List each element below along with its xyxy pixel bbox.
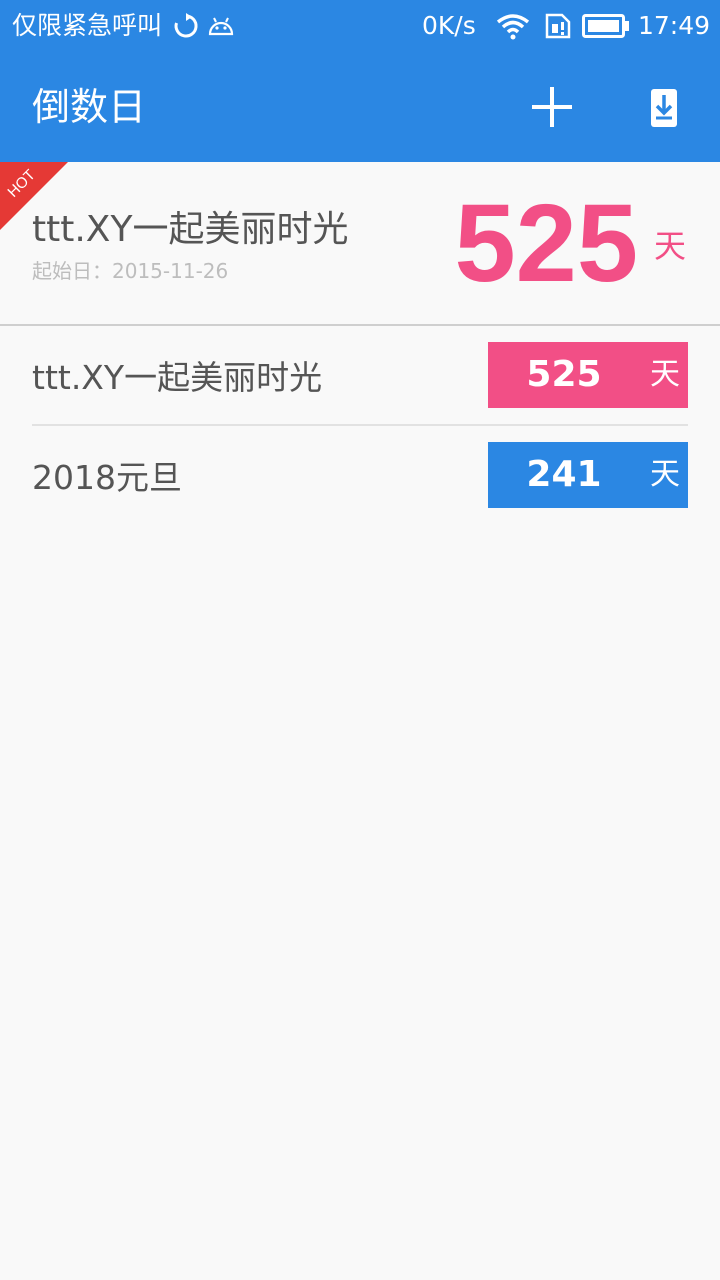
clock: 17:49 bbox=[638, 11, 711, 40]
featured-day-unit: 天 bbox=[654, 227, 687, 265]
status-bar: 仅限紧急呼叫 0K/s 17:49 bbox=[0, 0, 720, 52]
download-button[interactable] bbox=[636, 80, 692, 136]
battery-icon bbox=[582, 14, 629, 38]
day-count-badge: 241 天 bbox=[488, 442, 688, 508]
page-title: 倒数日 bbox=[32, 85, 147, 129]
add-button[interactable] bbox=[522, 77, 582, 137]
featured-day-count: 525 bbox=[454, 182, 638, 305]
sync-icon bbox=[174, 13, 198, 38]
list-item[interactable]: 2018元旦 241 天 bbox=[0, 426, 720, 526]
wifi-icon bbox=[496, 14, 530, 40]
event-name: 2018元旦 bbox=[32, 458, 182, 497]
sim-icon bbox=[545, 13, 571, 39]
day-count: 241 bbox=[526, 454, 602, 495]
event-name: ttt.XY一起美丽时光 bbox=[32, 358, 323, 397]
carrier-text: 仅限紧急呼叫 bbox=[12, 11, 163, 40]
net-speed: 0K/s bbox=[422, 11, 476, 40]
featured-event-start-date: 起始日：2015-11-26 bbox=[32, 259, 229, 283]
day-count: 525 bbox=[526, 354, 602, 395]
list-item[interactable]: ttt.XY一起美丽时光 525 天 bbox=[0, 326, 720, 426]
app-bar: 倒数日 bbox=[0, 52, 720, 162]
day-unit: 天 bbox=[650, 357, 680, 392]
event-list: ttt.XY一起美丽时光 525 天 2018元旦 241 天 bbox=[0, 326, 720, 526]
day-count-badge: 525 天 bbox=[488, 342, 688, 408]
featured-event-name: ttt.XY一起美丽时光 bbox=[32, 209, 349, 250]
android-icon bbox=[208, 17, 234, 36]
day-unit: 天 bbox=[650, 457, 680, 492]
featured-event-card[interactable]: HOT ttt.XY一起美丽时光 起始日：2015-11-26 525 天 bbox=[0, 162, 720, 326]
